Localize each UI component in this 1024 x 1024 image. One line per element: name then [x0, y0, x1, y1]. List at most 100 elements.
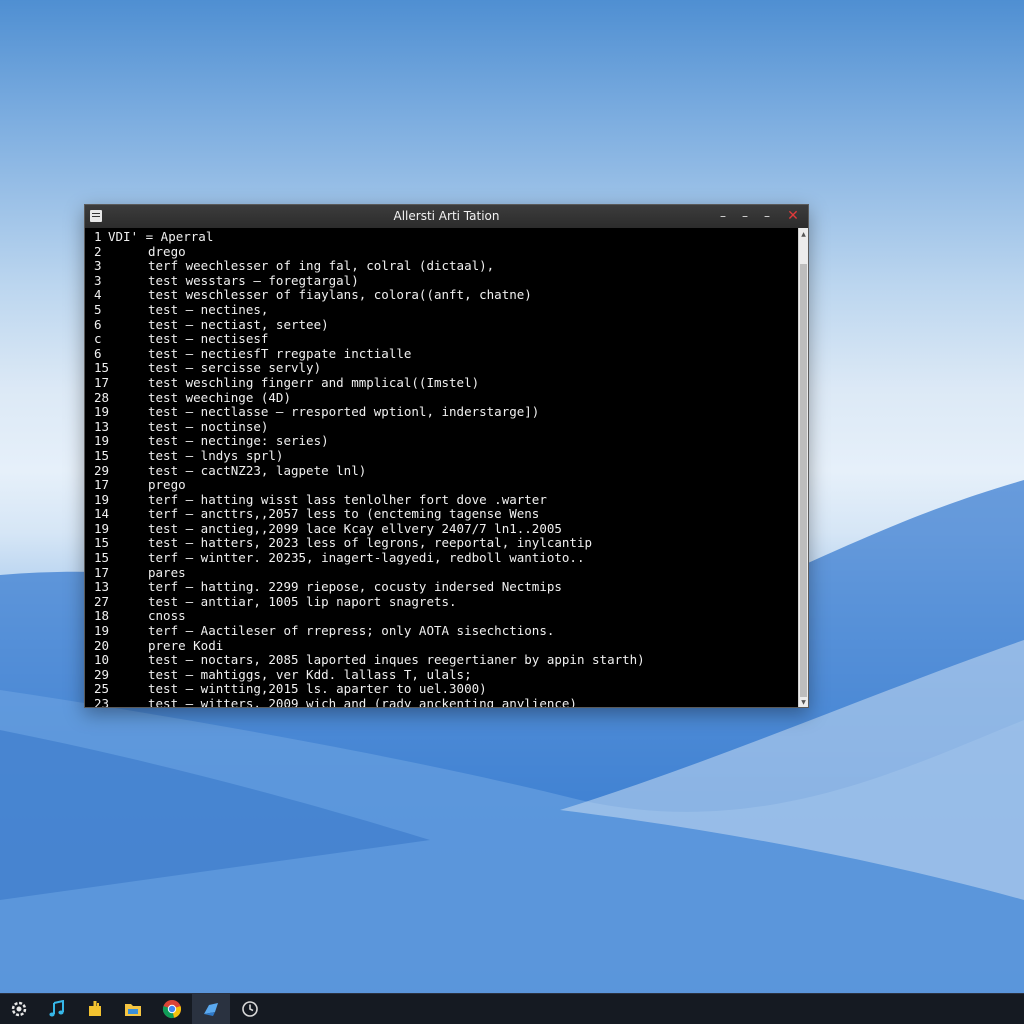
line-number: 23 [94, 696, 110, 707]
terminal-line: 15 test – sercisse servly) [85, 361, 799, 376]
terminal-line: 14 terf – ancttrs,,2057 less to (enctemin… [85, 507, 799, 522]
terminal-line: 15 test – lndys sprl) [85, 447, 799, 464]
line-text: test – cactNZ23, lagpete lnl) [148, 462, 367, 478]
line-text: test – hatters, 2023 less of legrons, re… [148, 535, 593, 551]
line-number: 17 [94, 564, 110, 580]
terminal-line: 27 test – anttiar, 1005 lip naport snagre… [85, 593, 799, 610]
line-text: terf – wintter. 20235, inagert-lagyedi, … [148, 550, 585, 566]
taskbar-clock[interactable] [231, 994, 269, 1024]
line-number: 4 [94, 287, 102, 303]
line-text: terf weechlesser of ing fal, colral (dic… [148, 258, 495, 274]
line-number: 3 [94, 258, 102, 274]
line-text: test – mahtiggs, ver Kdd. lallass T, ula… [148, 666, 472, 682]
terminal-line: 10 test – noctars, 2085 laported inques r… [85, 653, 799, 668]
terminal-line: 23 test – witters, 2009 wich and (rady an… [85, 696, 799, 707]
terminal-window[interactable]: Allersti Arti Tation – – – ✕ 1 VDI' = Ape… [84, 204, 809, 708]
scroll-thumb[interactable] [800, 264, 807, 697]
terminal-line: 5 test – nectines, [85, 301, 799, 318]
line-number: 2 [94, 243, 102, 259]
terminal-line: 13 terf – hatting. 2299 riepose, cocusty … [85, 580, 799, 595]
taskbar-chrome[interactable] [153, 994, 191, 1024]
terminal-line: 29 test – cactNZ23, lagpete lnl) [85, 462, 799, 479]
music-icon [49, 1000, 64, 1017]
terminal-line: 20 prere Kodi [85, 637, 799, 654]
line-number: 15 [94, 360, 110, 376]
app-icon [204, 1003, 218, 1016]
taskbar-settings[interactable] [0, 994, 38, 1024]
terminal-line: 4 test weschlesser of fiaylans, colora((a… [85, 288, 799, 303]
window-title: Allersti Arti Tation [393, 209, 500, 223]
line-text: terf – Aactileser of rrepress; only AOTA… [148, 623, 555, 639]
line-number: 6 [94, 345, 102, 361]
line-number: 17 [94, 374, 110, 390]
desktop: Allersti Arti Tation – – – ✕ 1 VDI' = Ape… [0, 0, 1024, 1024]
line-text: test – nectisesf [148, 331, 269, 347]
terminal-line: 17 prego [85, 477, 799, 493]
line-number: 15 [94, 550, 110, 566]
line-text: test – nectlasse – rresported wptionl, i… [148, 404, 540, 420]
taskbar-notes[interactable] [76, 994, 114, 1024]
terminal-line: 19 terf – hatting wisst lass tenlolher fo… [85, 491, 799, 508]
line-text: prego [148, 477, 186, 493]
terminal-line: 1 VDI' = Aperral [85, 229, 799, 245]
line-text: test – nectiast, sertee) [148, 316, 329, 332]
line-text: test – lndys sprl) [148, 447, 284, 463]
line-number: 10 [94, 652, 110, 668]
chrome-icon [162, 1000, 182, 1019]
taskbar-music[interactable] [38, 994, 76, 1024]
line-text: test weschlesser of fiaylans, colora((an… [148, 287, 532, 303]
line-number: 1 [94, 229, 102, 244]
line-text: VDI' = Aperral [108, 229, 214, 244]
line-text: drego [148, 243, 186, 259]
window-titlebar[interactable]: Allersti Arti Tation – – – ✕ [85, 205, 808, 228]
line-text: test – anttiar, 1005 lip naport snagrets… [148, 593, 457, 609]
terminal-line: 19 test – nectinge: series) [85, 434, 799, 449]
line-number: 25 [94, 681, 110, 697]
line-text: test – sercisse servly) [148, 360, 322, 376]
line-text: test wesstars – foregtargal) [148, 272, 359, 288]
terminal-line: 18 cnoss [85, 609, 799, 624]
line-number: 3 [94, 272, 102, 288]
terminal-output[interactable]: 1 VDI' = Aperral 2 drego 3 terf weechlesser o… [85, 228, 799, 707]
line-number: 27 [94, 593, 110, 609]
line-number: 28 [94, 389, 110, 405]
line-text: pares [148, 564, 186, 580]
line-number: 13 [94, 418, 110, 434]
terminal-line: 15 terf – wintter. 20235, inagert-lagyedi… [85, 550, 799, 566]
line-number: 6 [94, 316, 102, 332]
taskbar-active-app[interactable] [192, 994, 230, 1024]
line-text: test – noctars, 2085 laported inques ree… [148, 652, 645, 668]
line-number: 13 [94, 579, 110, 595]
taskbar-file-explorer[interactable] [114, 994, 152, 1024]
line-text: test – witters, 2009 wich and (rady anck… [148, 696, 577, 707]
line-number: 29 [94, 462, 110, 478]
line-text: test – nectinge: series) [148, 433, 329, 449]
line-text: terf – ancttrs,,2057 less to (encteming … [148, 506, 540, 522]
taskbar [0, 993, 1024, 1024]
scroll-up-arrow-icon[interactable]: ▲ [799, 230, 808, 239]
line-text: test – wintting,2015 ls. aparter to uel.… [148, 681, 487, 697]
line-text: test – noctinse) [148, 418, 269, 434]
terminal-line: 3 test wesstars – foregtargal) [85, 272, 799, 289]
line-number: 5 [94, 301, 102, 317]
line-number: 20 [94, 637, 110, 653]
minimize-button[interactable]: – [714, 208, 732, 224]
line-text: test weschling fingerr and mmplical((Ims… [148, 374, 480, 390]
line-number: 19 [94, 404, 110, 420]
line-text: test weechinge (4D) [148, 389, 291, 405]
scroll-down-arrow-icon[interactable]: ▼ [799, 698, 808, 707]
line-number: 15 [94, 535, 110, 551]
line-number: 19 [94, 491, 110, 507]
line-text: cnoss [148, 608, 186, 624]
close-button[interactable]: ✕ [784, 208, 802, 224]
line-number: 14 [94, 506, 110, 522]
line-number: c [94, 331, 102, 347]
vertical-scrollbar[interactable]: ▲ ▼ [798, 228, 808, 707]
terminal-line: 6 test – nectiast, sertee) [85, 316, 799, 333]
maximize-button[interactable]: – [758, 208, 776, 224]
line-text: test – nectiesfT rregpate inctialle [148, 345, 412, 361]
restore-button[interactable]: – [736, 208, 754, 224]
line-text: test – nectines, [148, 301, 269, 317]
line-number: 15 [94, 447, 110, 463]
terminal-line: 19 terf – Aactileser of rrepress; only AO… [85, 623, 799, 639]
